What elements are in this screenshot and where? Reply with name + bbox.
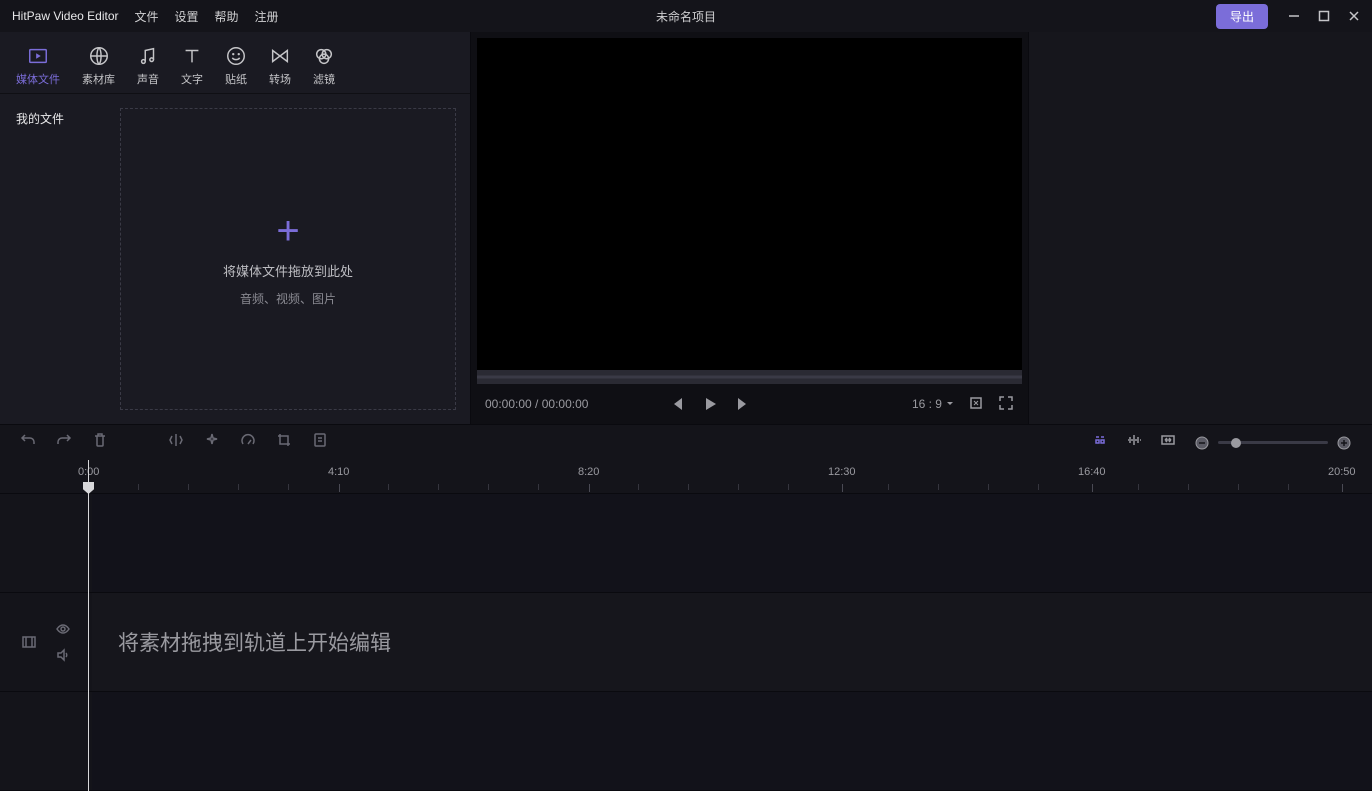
tab-label: 素材库 xyxy=(82,71,115,87)
dropzone-wrap: + 将媒体文件拖放到此处 音频、视频、图片 xyxy=(116,94,470,424)
fullscreen-button[interactable] xyxy=(998,395,1014,414)
zoom-knob[interactable] xyxy=(1231,438,1241,448)
media-dropzone[interactable]: + 将媒体文件拖放到此处 音频、视频、图片 xyxy=(120,108,456,410)
text-icon xyxy=(181,45,203,67)
menu-file[interactable]: 文件 xyxy=(135,8,159,25)
app-name: HitPaw Video Editor xyxy=(12,9,119,23)
tab-label: 文字 xyxy=(181,71,203,87)
tab-transitions[interactable]: 转场 xyxy=(269,45,291,87)
menu-help[interactable]: 帮助 xyxy=(215,8,239,25)
tab-stickers[interactable]: 贴纸 xyxy=(225,45,247,87)
zoom-in-button[interactable] xyxy=(1336,435,1352,451)
redo-button[interactable] xyxy=(56,432,72,453)
tab-label: 滤镜 xyxy=(313,71,335,87)
menu-settings[interactable]: 设置 xyxy=(175,8,199,25)
ruler-tick: 12:30 xyxy=(828,466,856,478)
track-header-1 xyxy=(0,494,92,593)
media-tabs: 媒体文件 素材库 声音 文字 贴纸 转场 xyxy=(0,32,470,94)
media-body: 我的文件 + 将媒体文件拖放到此处 音频、视频、图片 xyxy=(0,94,470,424)
media-sidebar: 我的文件 xyxy=(0,94,116,424)
speaker-icon[interactable] xyxy=(55,647,71,663)
tab-label: 媒体文件 xyxy=(16,71,60,87)
track-rows: 将素材拖拽到轨道上开始编辑 xyxy=(92,494,1372,791)
timeline-toolbar xyxy=(0,424,1372,460)
aspect-ratio-selector[interactable]: 16 : 9 xyxy=(912,397,954,411)
split-button[interactable] xyxy=(168,432,184,453)
track-header-2 xyxy=(0,593,92,692)
preview-panel: 00:00:00 / 00:00:00 16 : 9 xyxy=(470,32,1028,424)
undo-button[interactable] xyxy=(20,432,36,453)
gauge-button[interactable] xyxy=(240,432,256,453)
waveform-button[interactable] xyxy=(1126,432,1142,453)
music-icon xyxy=(137,45,159,67)
preview-time: 00:00:00 / 00:00:00 xyxy=(485,397,588,411)
tab-stock[interactable]: 素材库 xyxy=(82,45,115,87)
eye-icon[interactable] xyxy=(55,621,71,637)
export-button[interactable]: 导出 xyxy=(1216,4,1268,29)
track-row-2[interactable]: 将素材拖拽到轨道上开始编辑 xyxy=(92,593,1372,692)
titlebar: HitPaw Video Editor 文件 设置 帮助 注册 未命名项目 导出 xyxy=(0,0,1372,32)
play-icon[interactable] xyxy=(702,396,718,412)
tab-filters[interactable]: 滤镜 xyxy=(313,45,335,87)
track-row-1[interactable] xyxy=(92,494,1372,593)
project-title: 未命名项目 xyxy=(656,8,716,25)
plus-icon: + xyxy=(276,211,299,251)
preview-scrub[interactable] xyxy=(477,370,1022,384)
dropzone-text-1: 将媒体文件拖放到此处 xyxy=(223,261,353,280)
ruler-tick: 4:10 xyxy=(328,466,349,478)
playhead[interactable] xyxy=(88,460,89,791)
preview-controls: 00:00:00 / 00:00:00 16 : 9 xyxy=(471,384,1028,424)
zoom-out-button[interactable] xyxy=(1194,435,1210,451)
filter-icon xyxy=(313,45,335,67)
media-panel: 媒体文件 素材库 声音 文字 贴纸 转场 xyxy=(0,32,470,424)
tab-label: 声音 xyxy=(137,71,159,87)
dropzone-text-2: 音频、视频、图片 xyxy=(240,290,336,307)
timeline-ruler[interactable]: 0:004:108:2012:3016:4020:50 xyxy=(0,460,1372,494)
chevron-down-icon xyxy=(946,400,954,408)
speed-button[interactable] xyxy=(204,432,220,453)
ruler-tick: 20:50 xyxy=(1328,466,1356,478)
crop-button[interactable] xyxy=(968,395,984,414)
close-icon[interactable] xyxy=(1348,10,1360,22)
prev-frame-icon[interactable] xyxy=(668,396,684,412)
menu-register[interactable]: 注册 xyxy=(255,8,279,25)
play-box-icon xyxy=(27,45,49,67)
tab-text[interactable]: 文字 xyxy=(181,45,203,87)
ruler-tick: 16:40 xyxy=(1078,466,1106,478)
fit-button[interactable] xyxy=(1160,432,1176,453)
track-headers xyxy=(0,494,92,791)
note-button[interactable] xyxy=(312,432,328,453)
menu-bar: 文件 设置 帮助 注册 xyxy=(135,8,279,25)
globe-icon xyxy=(88,45,110,67)
magnet-button[interactable] xyxy=(1092,432,1108,453)
delete-button[interactable] xyxy=(92,432,108,453)
timeline-right-tools xyxy=(1092,432,1352,453)
smile-icon xyxy=(225,45,247,67)
track-header-3 xyxy=(0,692,92,791)
timeline-tracks: 将素材拖拽到轨道上开始编辑 xyxy=(0,494,1372,791)
tab-label: 转场 xyxy=(269,71,291,87)
sidebar-item-my-files[interactable]: 我的文件 xyxy=(12,104,104,133)
tab-media-files[interactable]: 媒体文件 xyxy=(16,45,60,87)
film-icon[interactable] xyxy=(21,634,37,650)
crop-button[interactable] xyxy=(276,432,292,453)
tab-label: 贴纸 xyxy=(225,71,247,87)
window-controls xyxy=(1280,10,1360,22)
ruler-tick: 8:20 xyxy=(578,466,599,478)
transition-icon xyxy=(269,45,291,67)
zoom-slider[interactable] xyxy=(1194,435,1352,451)
next-frame-icon[interactable] xyxy=(736,396,752,412)
playback-controls xyxy=(668,396,752,412)
tab-audio[interactable]: 声音 xyxy=(137,45,159,87)
maximize-icon[interactable] xyxy=(1318,10,1330,22)
zoom-track[interactable] xyxy=(1218,441,1328,444)
preview-video[interactable] xyxy=(477,38,1022,370)
timeline: 0:004:108:2012:3016:4020:50 将素材拖拽到轨道上开始编… xyxy=(0,460,1372,791)
top-section: 媒体文件 素材库 声音 文字 贴纸 转场 xyxy=(0,32,1372,424)
minimize-icon[interactable] xyxy=(1288,10,1300,22)
track-drop-hint: 将素材拖拽到轨道上开始编辑 xyxy=(118,627,391,657)
track-row-3[interactable] xyxy=(92,692,1372,791)
inspector-panel xyxy=(1028,32,1372,424)
